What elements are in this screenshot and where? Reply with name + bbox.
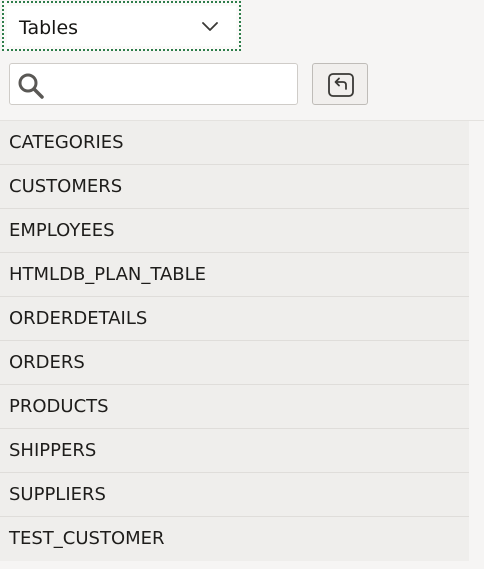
object-type-select[interactable]: Tables [2,1,241,51]
back-button[interactable] [312,63,368,105]
object-type-select-field[interactable]: Tables [7,6,236,46]
list-item-orderdetails[interactable]: ORDERDETAILS [0,297,469,341]
list-item-categories[interactable]: CATEGORIES [0,121,469,165]
search-icon [18,73,44,99]
list-item-shippers[interactable]: SHIPPERS [0,429,469,473]
list-item-test-customer[interactable]: TEST_CUSTOMER [0,517,469,561]
search-input[interactable] [54,68,294,102]
search-box[interactable] [9,63,298,105]
table-list: CATEGORIES CUSTOMERS EMPLOYEES HTMLDB_PL… [0,121,469,561]
list-item-customers[interactable]: CUSTOMERS [0,165,469,209]
list-item-suppliers[interactable]: SUPPLIERS [0,473,469,517]
chevron-down-icon [202,22,218,31]
object-type-select-value: Tables [19,17,79,39]
list-item-employees[interactable]: EMPLOYEES [0,209,469,253]
object-browser-toolbar: Tables [0,0,484,121]
list-item-htmldb-plan-table[interactable]: HTMLDB_PLAN_TABLE [0,253,469,297]
list-item-products[interactable]: PRODUCTS [0,385,469,429]
back-arrow-icon [328,73,354,97]
list-item-orders[interactable]: ORDERS [0,341,469,385]
